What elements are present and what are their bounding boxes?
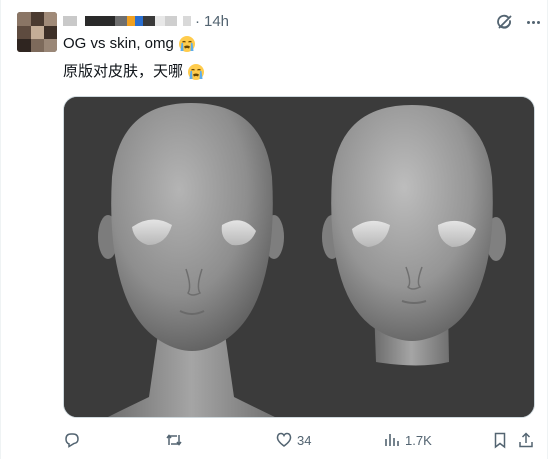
- reply-icon: [65, 433, 79, 448]
- repost-icon: [166, 434, 182, 446]
- tweet-text-line2: 原版对皮肤，天哪: [63, 62, 205, 82]
- tweet-text-line1: OG vs skin, omg: [63, 34, 196, 54]
- tweet-header: · 14h: [63, 10, 229, 32]
- reply-button[interactable]: [63, 430, 85, 450]
- timestamp[interactable]: 14h: [204, 13, 229, 30]
- more-icon[interactable]: [523, 13, 543, 31]
- views-count: 1.7K: [405, 432, 432, 448]
- tweet-translation: 原版对皮肤，天哪: [63, 63, 184, 80]
- redacted-username[interactable]: [63, 13, 191, 29]
- share-button[interactable]: [517, 430, 535, 450]
- like-icon: [276, 432, 292, 447]
- repost-button[interactable]: [165, 430, 187, 450]
- bookmark-icon: [494, 432, 506, 449]
- tweet-actions: 34 1.7K: [63, 430, 535, 450]
- bookmark-button[interactable]: [491, 430, 509, 450]
- like-count: 34: [297, 432, 312, 448]
- tweet-card[interactable]: · 14h OG vs skin, omg 原版对皮肤，天哪 34 1.7K: [0, 0, 548, 459]
- tweet-media-image[interactable]: [63, 96, 535, 418]
- avatar[interactable]: [17, 12, 57, 52]
- crying-emoji-icon: [187, 63, 205, 81]
- views-icon: [385, 434, 399, 446]
- crying-emoji-icon: [178, 35, 196, 53]
- views-button[interactable]: 1.7K: [383, 430, 432, 450]
- grok-icon[interactable]: [495, 12, 515, 32]
- like-button[interactable]: 34: [275, 430, 311, 450]
- separator-dot: ·: [195, 12, 200, 30]
- doll-heads-render: [64, 97, 534, 417]
- share-icon: [519, 432, 533, 448]
- tweet-text: OG vs skin, omg: [63, 35, 174, 52]
